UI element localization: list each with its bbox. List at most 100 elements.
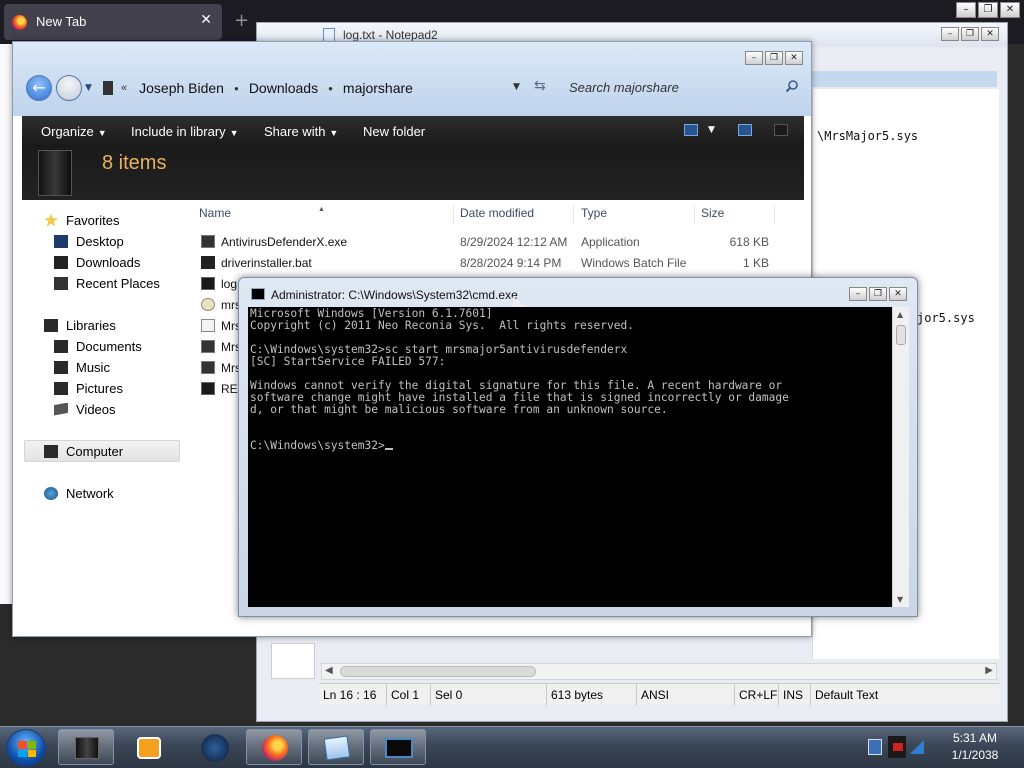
nav-videos[interactable]: Videos: [54, 400, 116, 418]
breadcrumb-separator-icon[interactable]: ●: [328, 84, 333, 93]
nav-downloads[interactable]: Downloads: [54, 253, 140, 271]
taskbar-clock[interactable]: 5:31 AM 1/1/2038: [930, 730, 1020, 766]
computer-icon: [44, 444, 58, 458]
include-in-library-menu[interactable]: Include in library ▼: [131, 124, 239, 139]
file-name: driverinstaller.bat: [221, 256, 312, 270]
minimize-button[interactable]: –: [745, 51, 763, 65]
console-prompt-line[interactable]: C:\Windows\system32>: [250, 440, 393, 452]
clock-date: 1/1/2038: [951, 748, 999, 762]
close-button[interactable]: ✕: [889, 287, 907, 301]
firefox-tab-title: New Tab: [36, 14, 87, 29]
forward-button[interactable]: [56, 75, 82, 101]
column-header-type[interactable]: Type: [575, 206, 695, 224]
taskbar-cmd[interactable]: [370, 729, 426, 765]
close-button[interactable]: ✕: [1000, 2, 1020, 18]
taskbar-explorer[interactable]: [58, 729, 114, 765]
clock-time: 5:31 AM: [952, 731, 998, 745]
scroll-down-icon[interactable]: ▼: [897, 595, 903, 604]
new-folder-button[interactable]: New folder: [363, 124, 425, 139]
organize-label: Organize: [41, 124, 94, 139]
documents-icon: [54, 339, 68, 353]
breadcrumb-separator-icon[interactable]: ●: [234, 84, 239, 93]
vertical-scrollbar[interactable]: ▲ ▼: [892, 307, 909, 607]
action-center-icon[interactable]: [868, 739, 882, 755]
notepad2-title: log.txt - Notepad2: [343, 28, 438, 42]
column-header-name[interactable]: ▲ Name: [193, 206, 454, 224]
notepad2-status-bar: Ln 16 : 16 Col 1 Sel 0 613 bytes ANSI CR…: [319, 683, 999, 706]
firefox-tab[interactable]: New Tab ✕: [4, 4, 222, 40]
close-button[interactable]: ✕: [981, 27, 999, 41]
maximize-button[interactable]: ❐: [869, 287, 887, 301]
exe-icon: [201, 340, 215, 353]
search-icon[interactable]: [785, 79, 799, 93]
recent-pages-dropdown-icon[interactable]: ▼: [85, 83, 92, 93]
breadcrumb-overflow-icon[interactable]: «: [121, 82, 127, 94]
scroll-up-icon[interactable]: ▲: [897, 310, 903, 319]
taskbar-notepad[interactable]: [308, 729, 364, 765]
file-row[interactable]: driverinstaller.bat 8/28/2024 9:14 PM Wi…: [193, 253, 793, 273]
nav-computer[interactable]: Computer: [44, 442, 123, 460]
breadcrumb-downloads[interactable]: Downloads: [249, 80, 318, 96]
maximize-button[interactable]: ❐: [961, 27, 979, 41]
sort-ascending-icon: ▲: [318, 206, 325, 213]
music-icon: [54, 360, 68, 374]
nav-desktop[interactable]: Desktop: [54, 232, 124, 250]
nav-pictures[interactable]: Pictures: [54, 379, 123, 397]
column-header-date[interactable]: Date modified: [454, 206, 574, 224]
file-date: 8/28/2024 9:14 PM: [460, 256, 562, 270]
recent-places-icon: [54, 276, 68, 290]
close-button[interactable]: ✕: [785, 51, 803, 65]
exe-icon: [201, 361, 215, 374]
nav-recent-places[interactable]: Recent Places: [54, 274, 160, 292]
minimize-button[interactable]: –: [956, 2, 976, 18]
maximize-button[interactable]: ❐: [978, 2, 998, 18]
preview-pane-icon[interactable]: [738, 124, 752, 136]
address-bar[interactable]: « Joseph Biden ● Downloads ● majorshare: [99, 75, 551, 101]
help-icon[interactable]: [774, 124, 788, 136]
nav-favorites[interactable]: Favorites: [44, 211, 119, 229]
scroll-left-icon[interactable]: ◀: [325, 665, 333, 676]
horizontal-scrollbar[interactable]: ◀ ▶: [321, 663, 997, 680]
minimize-button[interactable]: –: [849, 287, 867, 301]
back-button[interactable]: ←: [26, 75, 52, 101]
close-tab-icon[interactable]: ✕: [200, 12, 212, 28]
scrollbar-thumb[interactable]: [340, 666, 536, 677]
start-button[interactable]: [6, 729, 46, 767]
taskbar-media-player[interactable]: [120, 729, 176, 765]
nav-documents[interactable]: Documents: [54, 337, 142, 355]
explorer-icon: [75, 737, 99, 759]
maximize-button[interactable]: ❐: [765, 51, 783, 65]
editor-line: \MrsMajor5.sys: [817, 129, 919, 143]
libraries-icon: [44, 318, 58, 332]
address-history-dropdown-icon[interactable]: ▼: [513, 82, 520, 92]
refresh-icon[interactable]: ⇆: [534, 78, 546, 94]
new-tab-button[interactable]: +: [234, 10, 249, 31]
exe-icon: [201, 235, 215, 248]
network-status-icon[interactable]: [910, 740, 924, 754]
search-input[interactable]: Search majorshare: [565, 75, 803, 101]
nav-recent-places-label: Recent Places: [76, 275, 160, 291]
scrollbar-thumb[interactable]: [896, 325, 906, 345]
breadcrumb-joseph-biden[interactable]: Joseph Biden: [139, 80, 224, 96]
scroll-right-icon[interactable]: ▶: [985, 665, 993, 676]
share-with-menu[interactable]: Share with ▼: [264, 124, 338, 139]
minimize-button[interactable]: –: [941, 27, 959, 41]
explorer-title-bar[interactable]: – ❐ ✕ ← ▼ « Joseph Biden ● Downloads ● m…: [13, 42, 811, 116]
organize-menu[interactable]: Organize ▼: [41, 124, 107, 139]
status-encoding: ANSI: [637, 684, 735, 706]
view-options-dropdown-icon[interactable]: ▼: [708, 125, 715, 135]
file-type: Windows Batch File: [581, 256, 687, 270]
nav-music[interactable]: Music: [54, 358, 110, 376]
column-header-size[interactable]: Size: [695, 206, 775, 224]
taskbar-browser[interactable]: [186, 729, 242, 765]
change-view-icon[interactable]: [684, 124, 698, 136]
nav-libraries-label: Libraries: [66, 317, 116, 333]
console-output[interactable]: Microsoft Windows [Version 6.1.7601] Cop…: [248, 307, 892, 607]
text-cursor: [384, 448, 393, 450]
status-scheme: Default Text: [815, 688, 879, 702]
nav-libraries[interactable]: Libraries: [44, 316, 116, 334]
taskbar-firefox[interactable]: [246, 729, 302, 765]
file-row[interactable]: AntivirusDefenderX.exe 8/29/2024 12:12 A…: [193, 232, 793, 252]
nav-network[interactable]: Network: [44, 484, 114, 502]
breadcrumb-majorshare[interactable]: majorshare: [343, 80, 413, 96]
